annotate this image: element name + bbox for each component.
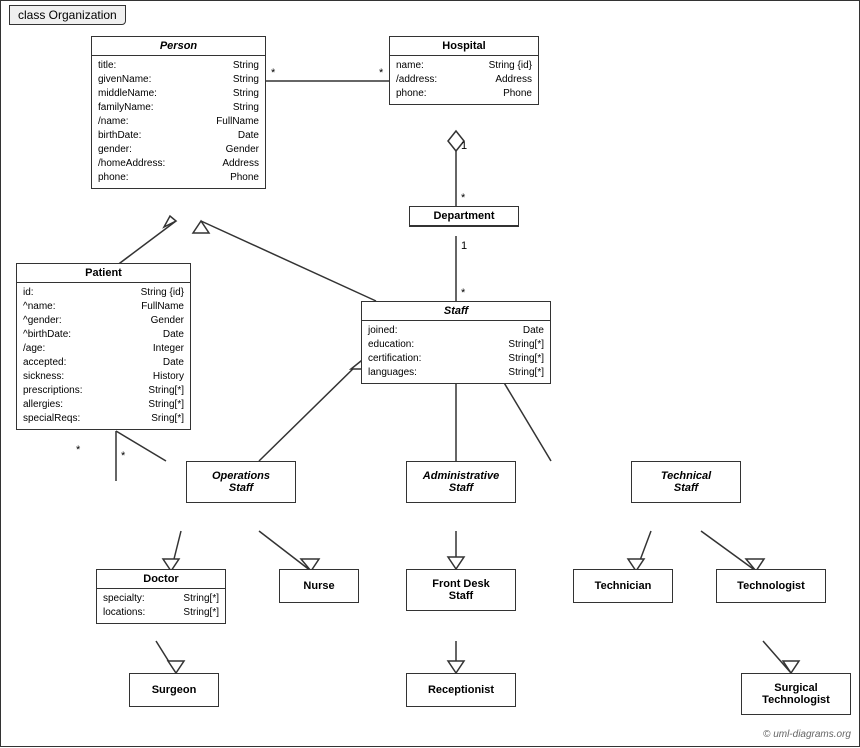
svg-text:*: *: [461, 287, 466, 299]
person-class-attrs: title:String givenName:String middleName…: [92, 56, 265, 188]
svg-text:*: *: [461, 192, 466, 204]
hospital-class: Hospital name:String {id} /address:Addre…: [389, 36, 539, 105]
doctor-class: Doctor specialty:String[*] locations:Str…: [96, 569, 226, 624]
patient-class-attrs: id:String {id} ^name:FullName ^gender:Ge…: [17, 283, 190, 429]
front-desk-staff-name: Front DeskStaff: [413, 578, 509, 602]
nurse-class: Nurse: [279, 569, 359, 603]
technician-class-name: Technician: [580, 580, 666, 592]
receptionist-class: Receptionist: [406, 673, 516, 707]
technical-staff-class: TechnicalStaff: [631, 461, 741, 503]
svg-text:*: *: [76, 444, 81, 456]
surgical-technologist-class: SurgicalTechnologist: [741, 673, 851, 715]
department-class-name: Department: [410, 207, 518, 226]
doctor-class-name: Doctor: [97, 570, 225, 589]
staff-class-attrs: joined:Date education:String[*] certific…: [362, 321, 550, 383]
hospital-class-attrs: name:String {id} /address:Address phone:…: [390, 56, 538, 104]
copyright: © uml-diagrams.org: [763, 729, 851, 740]
doctor-class-attrs: specialty:String[*] locations:String[*]: [97, 589, 225, 623]
operations-staff-name: OperationsStaff: [193, 470, 289, 494]
diagram-container: class Organization * * 1 * 1 *: [0, 0, 860, 747]
surgical-technologist-name: SurgicalTechnologist: [748, 682, 844, 706]
department-class: Department: [409, 206, 519, 227]
svg-text:1: 1: [461, 240, 467, 252]
svg-text:*: *: [121, 450, 126, 462]
technician-class: Technician: [573, 569, 673, 603]
surgeon-class-name: Surgeon: [136, 684, 212, 696]
diagram-title: class Organization: [9, 5, 126, 25]
svg-text:*: *: [379, 67, 384, 79]
front-desk-staff-class: Front DeskStaff: [406, 569, 516, 611]
technologist-class-name: Technologist: [723, 580, 819, 592]
svg-text:*: *: [271, 67, 276, 79]
person-class-name: Person: [92, 37, 265, 56]
administrative-staff-name: AdministrativeStaff: [413, 470, 509, 494]
svg-text:1: 1: [461, 140, 467, 152]
staff-class-name: Staff: [362, 302, 550, 321]
technologist-class: Technologist: [716, 569, 826, 603]
staff-class: Staff joined:Date education:String[*] ce…: [361, 301, 551, 384]
technical-staff-name: TechnicalStaff: [638, 470, 734, 494]
operations-staff-class: OperationsStaff: [186, 461, 296, 503]
person-class: Person title:String givenName:String mid…: [91, 36, 266, 189]
nurse-class-name: Nurse: [286, 580, 352, 592]
patient-class-name: Patient: [17, 264, 190, 283]
administrative-staff-class: AdministrativeStaff: [406, 461, 516, 503]
surgeon-class: Surgeon: [129, 673, 219, 707]
receptionist-class-name: Receptionist: [413, 684, 509, 696]
hospital-class-name: Hospital: [390, 37, 538, 56]
patient-class: Patient id:String {id} ^name:FullName ^g…: [16, 263, 191, 430]
